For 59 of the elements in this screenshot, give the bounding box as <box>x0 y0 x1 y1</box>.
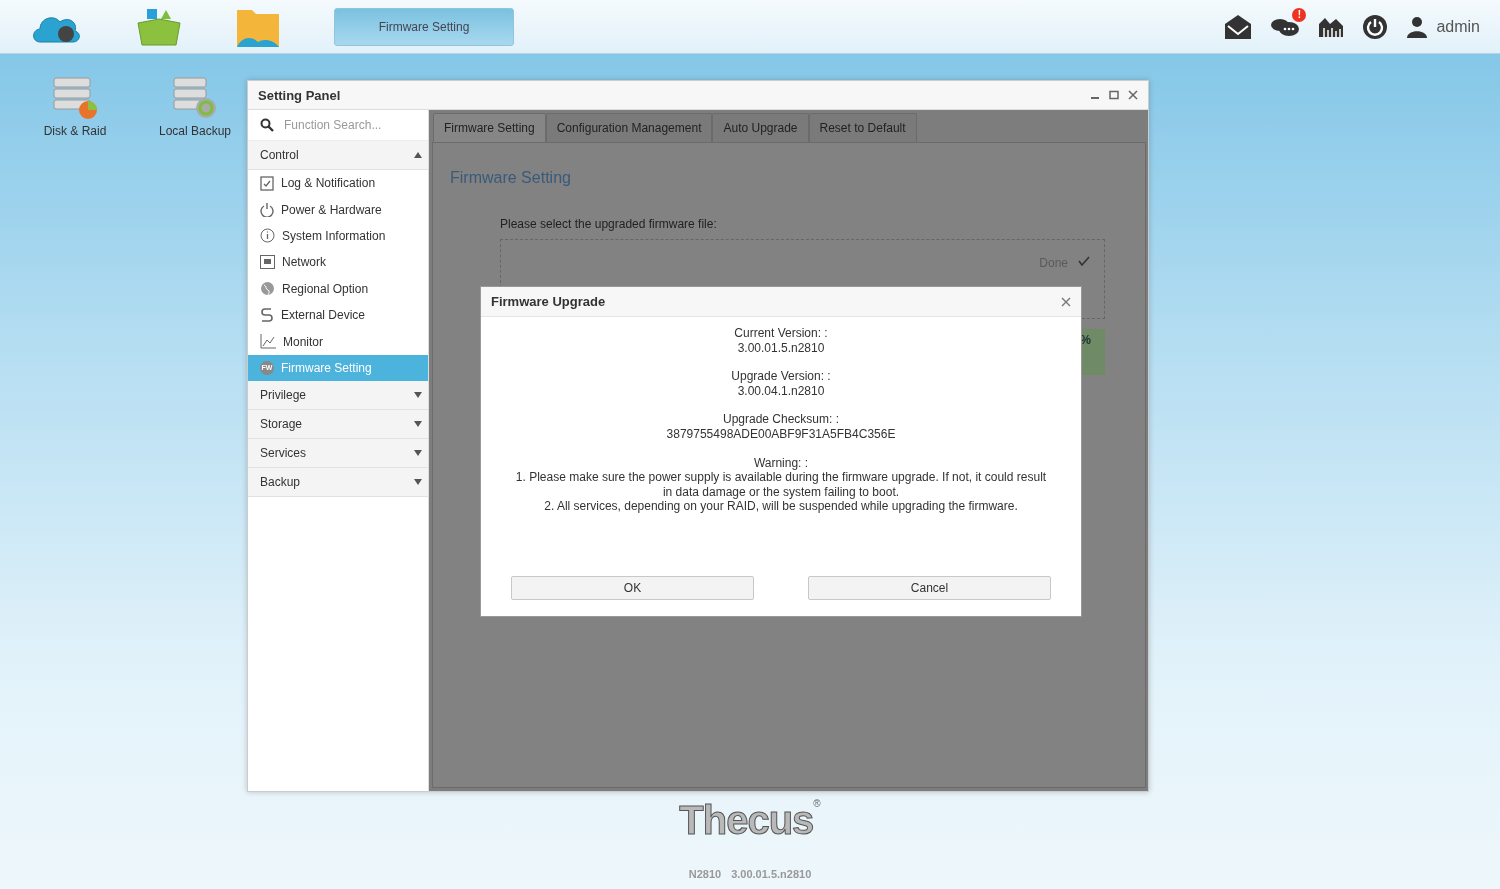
cable-icon <box>260 307 274 324</box>
sidebar-item[interactable]: Power & Hardware <box>248 196 428 223</box>
field-label: Upgrade Checksum: : <box>722 412 840 427</box>
checkmark-icon <box>1078 256 1090 266</box>
caret-icon <box>414 152 422 158</box>
sidebar-item[interactable]: Monitor <box>248 328 428 355</box>
desktop-icon-label[interactable]: Local Backup <box>158 124 231 138</box>
tab[interactable]: Firmware Setting <box>433 113 546 142</box>
warning-text: 1. Please make sure the power supply is available during the firmware upgrade. If not, it could result in data damage or the system failing to boot. <box>514 470 1048 500</box>
sidebar-item[interactable]: Log & Notification <box>248 170 428 197</box>
sidebar-group[interactable]: Privilege <box>248 381 428 411</box>
firmware-version: 3.00.01.5.n2810 <box>731 868 812 880</box>
user-name[interactable]: admin <box>1436 17 1480 36</box>
sidebar-group[interactable]: Storage <box>248 410 428 440</box>
section-heading: Firmware Setting <box>450 169 572 187</box>
tab[interactable]: Reset to Default <box>808 113 917 142</box>
sidebar-group[interactable]: Control <box>248 141 428 170</box>
caret-icon <box>414 479 422 486</box>
field-label: Upgrade Version: : <box>731 369 831 384</box>
envelope-icon[interactable] <box>1224 13 1253 40</box>
close-icon[interactable] <box>1128 90 1138 100</box>
info-icon <box>260 228 275 244</box>
sidebar-group[interactable]: Backup <box>248 468 428 498</box>
model-name: N2810 <box>688 868 722 880</box>
caret-icon <box>414 450 422 457</box>
sidebar-item[interactable]: Network <box>248 249 428 276</box>
tab[interactable]: Configuration Management <box>545 113 713 142</box>
dialog-button[interactable]: Cancel <box>808 576 1051 600</box>
registered-mark: ® <box>813 798 821 809</box>
field-value: 3.00.01.5.n2810 <box>737 340 825 356</box>
warning-label: Warning: : <box>753 455 809 471</box>
task-button[interactable]: Firmware Setting <box>334 7 514 46</box>
warning-text: 2. All services, depending on your RAID, will be suspended while upgrading the firmware. <box>544 499 1018 514</box>
caret-icon <box>414 421 422 428</box>
brand-logo: Thecus <box>679 798 814 842</box>
package-icon[interactable] <box>134 6 184 47</box>
sidebar-item[interactable]: System Information <box>248 222 428 250</box>
desktop-icon-label[interactable]: Disk & Raid <box>43 124 107 138</box>
field-label: Current Version: : <box>734 326 828 341</box>
maximize-icon[interactable] <box>1109 90 1119 100</box>
tab[interactable]: Auto Upgrade <box>712 113 809 142</box>
window-title: Setting Panel <box>258 87 341 103</box>
notification-badge: ! <box>1292 7 1307 22</box>
sidebar-group[interactable]: Services <box>248 439 428 469</box>
power-icon[interactable] <box>1362 13 1389 40</box>
field-value: 3.00.04.1.n2810 <box>737 383 825 399</box>
close-icon[interactable] <box>1061 296 1071 307</box>
upload-prompt: Please select the upgraded firmware file: <box>500 217 718 231</box>
user-icon[interactable] <box>1406 15 1429 38</box>
line-chart-icon <box>260 334 276 350</box>
sidebar-item[interactable]: External Device <box>248 301 428 329</box>
clipboard-icon <box>260 175 274 192</box>
sidebar-item[interactable]: Regional Option <box>248 275 428 302</box>
dialog-button[interactable]: OK <box>511 576 754 600</box>
field-value: 3879755498ADE00ABF9F31A5FB4C356E <box>666 426 896 442</box>
power-icon <box>260 202 274 218</box>
caret-icon <box>414 392 422 399</box>
network-port-icon <box>260 255 275 270</box>
search-icon <box>260 118 274 132</box>
